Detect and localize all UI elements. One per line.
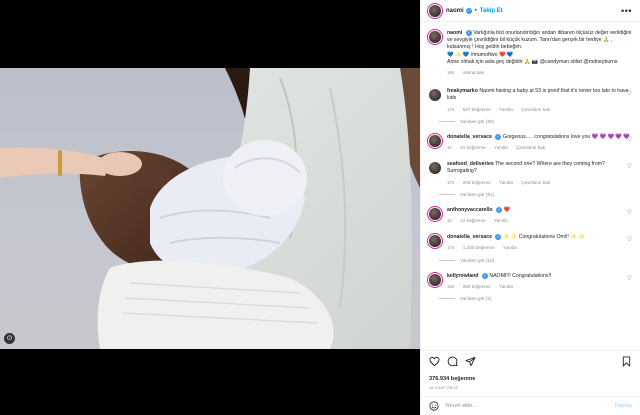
avatar[interactable] xyxy=(429,273,441,286)
view-replies-button[interactable]: Yanıtları gör (80) xyxy=(439,119,640,124)
verified-icon: ✓ xyxy=(481,272,488,279)
verified-icon: ✓ xyxy=(495,234,502,241)
comment-heart-icon[interactable]: ♡ xyxy=(627,236,632,243)
comment-item: freakymarko Naomi having a baby at 53 is… xyxy=(421,88,640,113)
comment-item: donatella_versace ✓ ✨ ✨ Congratulations … xyxy=(421,234,640,251)
reply-button[interactable]: Yanıtla xyxy=(494,218,508,223)
avatar[interactable] xyxy=(429,235,441,248)
caption-username[interactable]: naomi xyxy=(447,30,462,36)
comment-likes[interactable]: 637 beğenme xyxy=(463,107,491,112)
comment-heart-icon[interactable]: ♡ xyxy=(627,209,632,216)
translate-link[interactable]: Çevirisine bak xyxy=(521,107,550,112)
avatar[interactable] xyxy=(429,162,441,175)
avatar[interactable] xyxy=(429,207,441,220)
post-actions-bar xyxy=(421,352,640,372)
reply-button[interactable]: Yanıtla xyxy=(503,245,517,250)
more-options-icon[interactable]: ••• xyxy=(621,6,632,16)
post-detail-panel: naomi ✓ • Takip Et ••• naomi ✓ Varlığınl… xyxy=(420,0,640,415)
comment-time: 17s xyxy=(447,106,455,112)
comment-time: 17s xyxy=(447,245,455,251)
comment-username[interactable]: kellyrowland xyxy=(447,273,478,279)
reply-button[interactable]: Yanıtla xyxy=(494,145,508,150)
view-replies-label: Yanıtları gör (2) xyxy=(460,296,492,302)
comment-time: 17s xyxy=(447,179,455,185)
translate-link[interactable]: Çevirisine bak xyxy=(516,145,545,150)
multiple-media-icon: ⊙ xyxy=(4,333,15,344)
comment-time: 16s xyxy=(447,283,455,289)
comment-likes[interactable]: 956 beğenme xyxy=(463,284,491,289)
smiley-icon[interactable] xyxy=(429,401,439,411)
caption-credits: Anne olmak için asla geç değildir 🙏 📷 @c… xyxy=(447,58,618,65)
add-comment-bar: Yorum ekle... Paylaş xyxy=(421,396,640,415)
comment-username[interactable]: freakymarko xyxy=(447,88,478,94)
comment-item: donatella_versace ✓ Gorgeous..... congra… xyxy=(421,133,640,151)
comment-item: kellyrowland ✓ NAOMI!!! Congratulations!… xyxy=(421,272,640,290)
follow-button[interactable]: Takip Et xyxy=(480,8,503,14)
comments-scroll-area[interactable]: naomi ✓ Varlığınla bizi onurlandırdığın … xyxy=(421,22,640,350)
caption-time: 18s xyxy=(447,70,455,76)
avatar[interactable] xyxy=(429,89,441,102)
comment-text: Gorgeous..... congratulations love you 💜… xyxy=(502,133,630,140)
heart-icon[interactable] xyxy=(429,356,440,367)
comment-text: NAOMI!!! Congratulations!! xyxy=(489,272,552,279)
likes-count[interactable]: 376.934 beğenme xyxy=(429,376,475,382)
post-media-pane: ⊙ xyxy=(0,0,420,415)
comment-input[interactable]: Yorum ekle... xyxy=(445,403,477,409)
bookmark-icon[interactable] xyxy=(621,356,632,367)
caption-hashtags: 💙 ✨ 💙 #mumoftwo ❤️ 💙 xyxy=(447,51,514,58)
post-photo[interactable]: ⊙ xyxy=(0,68,420,349)
view-replies-button[interactable]: Yanıtları gör (61) xyxy=(439,192,640,197)
comment-likes[interactable]: 41 beğenme xyxy=(460,145,486,150)
comment-username[interactable]: anthonyvaccarello xyxy=(447,207,493,213)
post-author-username[interactable]: naomi xyxy=(446,8,464,14)
comment-item: anthonyvaccarello ✓ ❤️ 1s 12 beğenme Yan… xyxy=(421,206,640,224)
post-comment-button[interactable]: Paylaş xyxy=(615,403,632,409)
reply-button[interactable]: Yanıtla xyxy=(499,284,513,289)
comment-text: ✨ ✨ Congratulations Omi!! ✨ ✨ xyxy=(502,234,585,241)
comment-heart-icon[interactable]: ♡ xyxy=(627,136,632,143)
comment-icon[interactable] xyxy=(447,356,458,367)
caption-text: Varlığınla bizi onurlandırdığın andan it… xyxy=(447,30,632,51)
reply-button[interactable]: Yanıtla xyxy=(499,180,513,185)
verified-icon: ✓ xyxy=(465,7,472,14)
comment-heart-icon[interactable]: ♡ xyxy=(627,90,632,97)
post-header: naomi ✓ • Takip Et ••• xyxy=(421,0,640,22)
translate-link[interactable]: Çevirisine bak xyxy=(521,180,550,185)
comment-username[interactable]: donatella_versace xyxy=(447,134,492,140)
post-date: 18 SAAT ÖNCE xyxy=(429,386,459,390)
caption-entry: naomi ✓ Varlığınla bizi onurlandırdığın … xyxy=(421,30,640,76)
verified-icon: ✓ xyxy=(496,206,503,213)
comment-item: seafood_deliveries The second one? Where… xyxy=(421,161,640,186)
comment-username[interactable]: seafood_deliveries xyxy=(447,161,494,167)
view-replies-label: Yanıtları gör (61) xyxy=(460,191,495,197)
avatar[interactable] xyxy=(429,134,441,147)
comment-text: ❤️ xyxy=(503,206,510,213)
share-icon[interactable] xyxy=(465,356,476,367)
view-replies-label: Yanıtları gör (10) xyxy=(460,257,495,263)
avatar[interactable] xyxy=(429,31,441,43)
view-replies-label: Yanıtları gör (80) xyxy=(460,118,495,124)
baby-photo-illustration xyxy=(0,68,420,349)
comment-heart-icon[interactable]: ♡ xyxy=(627,163,632,170)
verified-icon: ✓ xyxy=(495,133,502,140)
comment-username[interactable]: donatella_versace xyxy=(447,234,492,240)
avatar[interactable] xyxy=(429,4,441,17)
comment-likes[interactable]: 1.340 beğenme xyxy=(463,245,495,250)
comment-likes[interactable]: 206 beğenme xyxy=(463,180,491,185)
comment-likes[interactable]: 12 beğenme xyxy=(460,218,486,223)
verified-icon: ✓ xyxy=(465,30,472,36)
reply-button[interactable]: Yanıtla xyxy=(499,107,513,112)
comment-time: 1s xyxy=(447,145,452,151)
see-translation-link[interactable]: Aslına bak xyxy=(462,70,483,75)
view-replies-button[interactable]: Yanıtları gör (2) xyxy=(439,296,640,301)
comment-heart-icon[interactable]: ♡ xyxy=(627,275,632,282)
separator-dot: • xyxy=(474,7,477,14)
view-replies-button[interactable]: Yanıtları gör (10) xyxy=(439,258,640,263)
comment-time: 1s xyxy=(447,218,452,224)
divider xyxy=(421,350,640,351)
